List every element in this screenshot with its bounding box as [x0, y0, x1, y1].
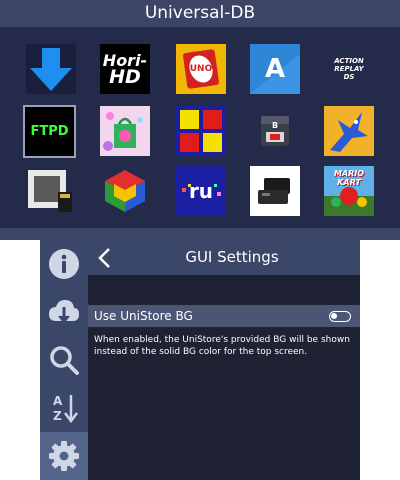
bottom-screen: A Z GUI Settings Use UniStore BG When en…: [40, 240, 360, 480]
sort-az-icon: A Z: [53, 394, 78, 424]
top-title-bar: Universal-DB: [0, 0, 400, 27]
use-unistore-bg-toggle[interactable]: [329, 311, 351, 322]
cloud-download-icon: [49, 300, 79, 324]
game-card-app-icon[interactable]: B: [250, 106, 300, 156]
black-console-app-icon[interactable]: [250, 166, 300, 216]
info-button[interactable]: [40, 240, 88, 288]
svg-text:Z: Z: [53, 409, 62, 423]
hori-hd-app-icon[interactable]: Hori- HD: [100, 44, 150, 94]
info-icon: [49, 249, 79, 279]
toggle-knob: [331, 313, 337, 319]
chevron-left-icon: [98, 247, 110, 268]
sidebar: A Z: [40, 240, 88, 480]
console-sd-card-app-icon[interactable]: [26, 166, 76, 216]
blue-creature-app-icon[interactable]: [324, 106, 374, 156]
settings-button[interactable]: [40, 432, 88, 480]
back-button[interactable]: [88, 240, 122, 275]
download-button[interactable]: [40, 288, 88, 336]
sort-button[interactable]: A Z: [40, 384, 88, 432]
download-arrow-app-icon[interactable]: [26, 44, 76, 94]
ru-app-icon[interactable]: ru: [176, 166, 226, 216]
top-screen: Universal-DB Hori- HD UNO A ACTION REPLA…: [0, 0, 400, 240]
four-squares-app-icon[interactable]: [176, 106, 226, 156]
n64-cube-app-icon[interactable]: [100, 166, 150, 216]
a-letter-app-icon[interactable]: A: [250, 44, 300, 94]
panel-title: GUI Settings: [185, 248, 279, 266]
settings-panel: GUI Settings Use UniStore BG When enable…: [88, 240, 360, 480]
settings-gear-icon: [49, 441, 79, 471]
option-description: When enabled, the UniStore's provided BG…: [94, 335, 350, 357]
option-label: Use UniStore BG: [94, 309, 193, 323]
action-replay-app-icon[interactable]: ACTION REPLAY DS: [324, 44, 374, 94]
panel-header: GUI Settings: [88, 240, 360, 275]
shopping-bag-app-icon[interactable]: [100, 106, 150, 156]
top-bottom-bar: [0, 228, 400, 240]
mario-kart-app-icon[interactable]: MARIO KART: [324, 166, 374, 216]
use-unistore-bg-option[interactable]: Use UniStore BG: [88, 305, 360, 327]
svg-text:A: A: [53, 394, 63, 408]
search-button[interactable]: [40, 336, 88, 384]
search-icon: [50, 346, 79, 375]
uno-app-icon[interactable]: UNO: [176, 44, 226, 94]
top-screen-title: Universal-DB: [144, 3, 256, 23]
ftpd-app-icon[interactable]: FTPD: [23, 105, 76, 158]
